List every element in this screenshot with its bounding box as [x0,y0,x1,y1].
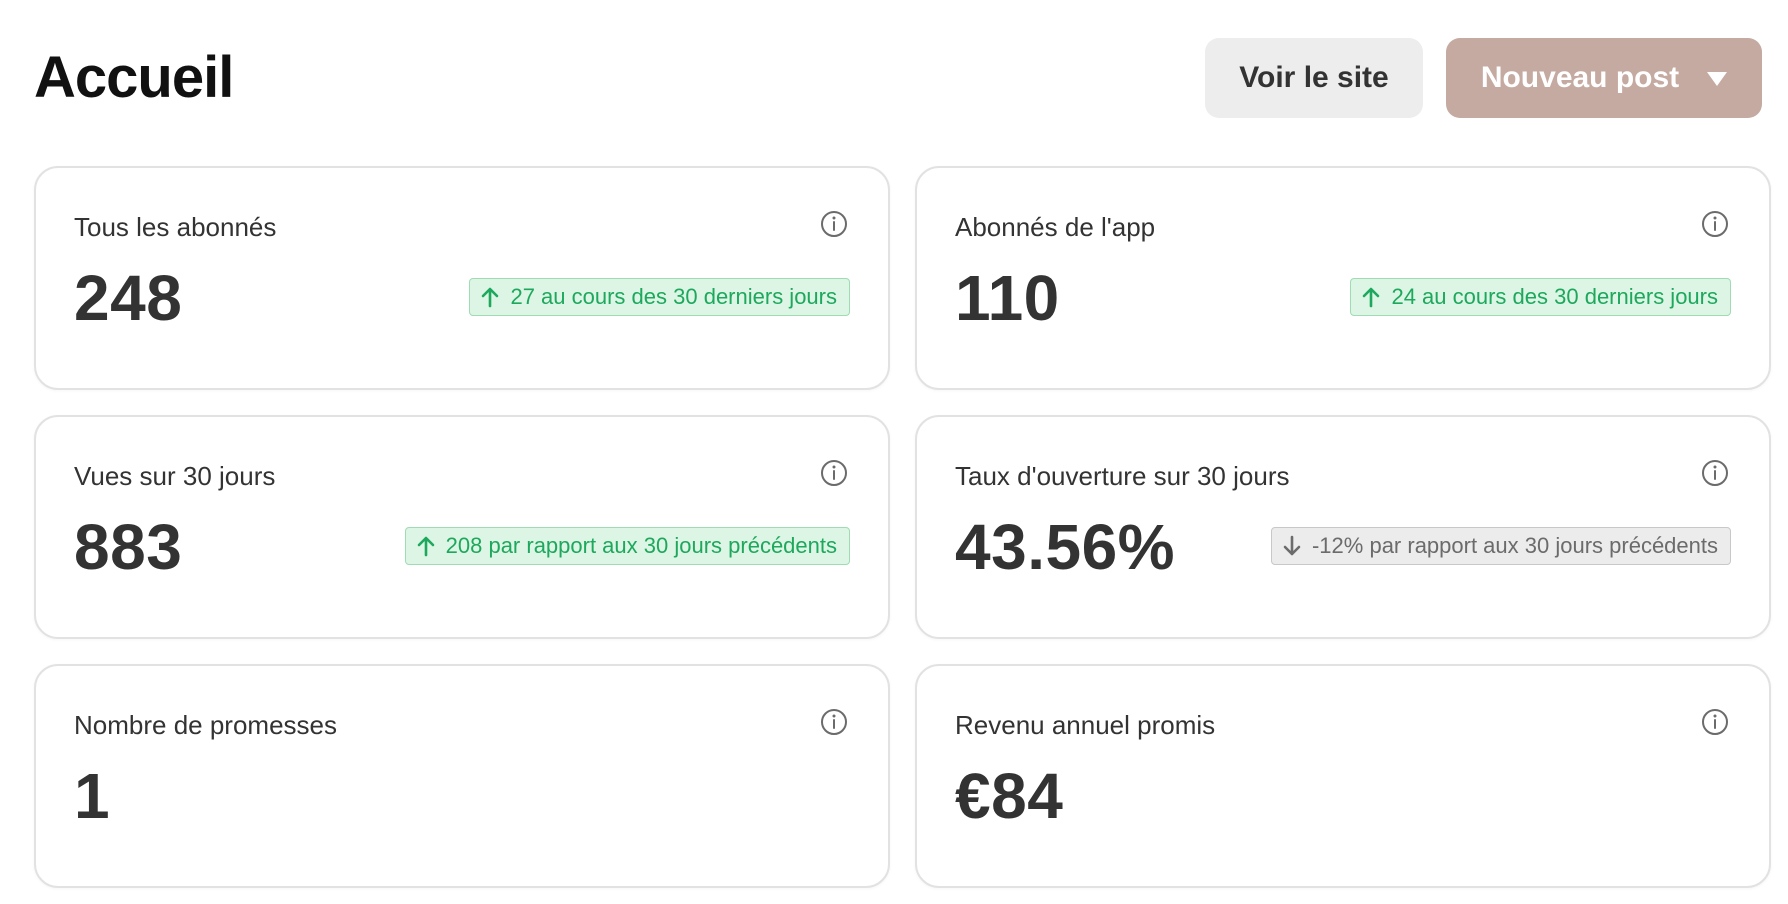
arrow-up-icon [482,287,499,308]
caret-down-icon[interactable] [1707,72,1728,86]
info-icon[interactable] [1701,210,1729,238]
stat-card-pledged-annual-revenue: Revenu annuel promis €84 [915,664,1771,888]
arrow-up-icon [417,536,434,557]
stat-card-pledges-count: Nombre de promesses 1 [34,664,890,888]
info-icon[interactable] [820,708,848,736]
info-icon[interactable] [820,210,848,238]
delta-text: 208 par rapport aux 30 jours précédents [445,533,837,558]
info-icon[interactable] [1701,459,1729,487]
dashboard-page: Accueil Voir le site Nouveau post Tous l… [0,0,1788,904]
delta-badge: 208 par rapport aux 30 jours précédents [404,527,850,565]
card-label: Nombre de promesses [74,710,337,740]
card-label: Vues sur 30 jours [74,461,276,491]
card-value: €84 [955,760,1064,832]
new-post-label: Nouveau post [1480,61,1680,94]
card-label: Revenu annuel promis [955,710,1216,740]
delta-text: 24 au cours des 30 derniers jours [1391,284,1718,309]
card-value: 883 [74,511,183,583]
card-value: 110 [955,262,1060,334]
stat-card-app-subscribers: Abonnés de l'app 110 24 au cours des 30 … [915,166,1771,390]
info-icon[interactable] [820,459,848,487]
delta-badge: 24 au cours des 30 derniers jours [1350,278,1731,316]
stat-card-open-rate: Taux d'ouverture sur 30 jours 43.56% -12… [915,415,1771,639]
card-value: 43.56% [955,511,1176,583]
info-icon[interactable] [1701,708,1729,736]
stat-card-all-subscribers: Tous les abonnés 248 27 au cours des 30 … [34,166,890,390]
page-header: Accueil Voir le site Nouveau post [34,34,1774,118]
delta-badge: -12% par rapport aux 30 jours précédents [1270,527,1731,565]
delta-badge: 27 au cours des 30 derniers jours [469,278,850,316]
arrow-up-icon [1363,287,1380,308]
card-label: Tous les abonnés [74,212,277,242]
card-label: Taux d'ouverture sur 30 jours [955,461,1290,491]
view-site-button[interactable]: Voir le site [1205,38,1423,118]
delta-text: -12% par rapport aux 30 jours précédents [1311,533,1718,558]
stat-card-views-30-days: Vues sur 30 jours 883 208 par rapport au… [34,415,890,639]
page-title: Accueil [34,45,234,110]
stats-grid: Tous les abonnés 248 27 au cours des 30 … [34,166,1771,888]
card-label: Abonnés de l'app [955,212,1156,242]
arrow-down-icon [1283,535,1301,556]
card-value: 248 [74,262,183,334]
new-post-button[interactable]: Nouveau post [1446,38,1762,118]
card-value: 1 [74,760,111,832]
header-actions: Voir le site Nouveau post [1205,38,1762,118]
delta-text: 27 au cours des 30 derniers jours [510,284,837,309]
